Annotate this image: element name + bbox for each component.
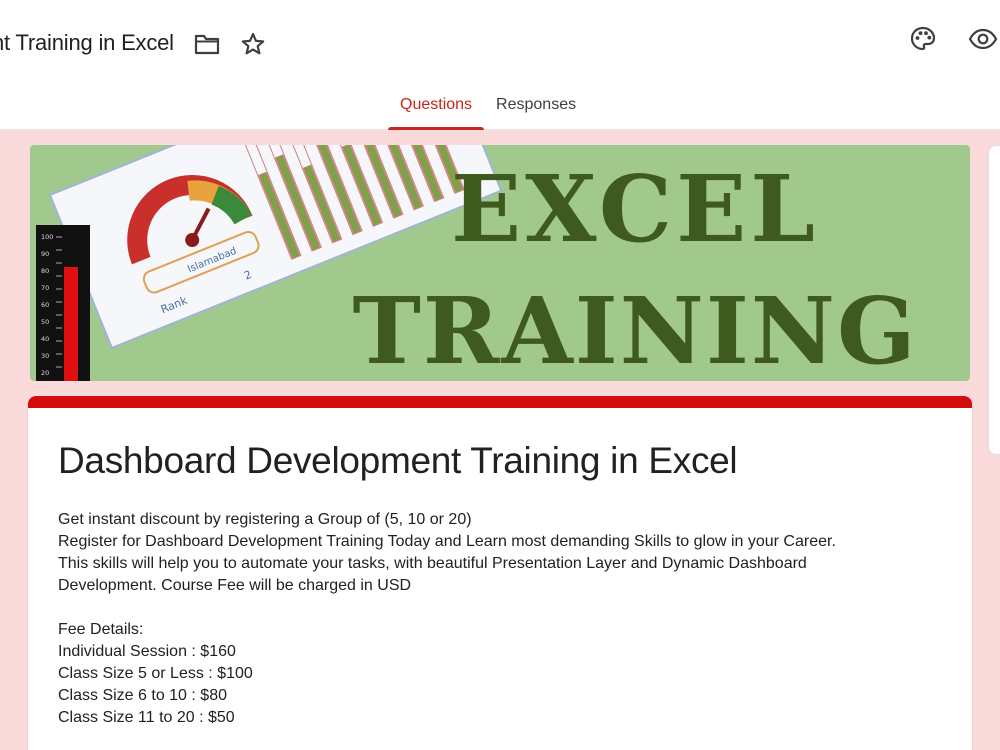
description-line: Get instant discount by registering a Gr…: [58, 511, 472, 528]
thermometer-tick-label: 70: [41, 284, 49, 292]
fee-line: Individual Session : $160: [58, 643, 236, 660]
palette-icon[interactable]: [906, 22, 940, 56]
description-line: This skills will help you to automate yo…: [58, 555, 807, 572]
form-title-card: Dashboard Development Training in Excel …: [28, 396, 972, 750]
star-icon[interactable]: [239, 30, 267, 58]
form-description[interactable]: Get instant discount by registering a Gr…: [58, 509, 938, 729]
fee-details-heading: Fee Details:: [58, 621, 144, 638]
banner-line-excel: EXCEL: [451, 155, 819, 263]
tab-responses[interactable]: Responses: [484, 88, 588, 130]
form-document-title[interactable]: nt Training in Excel: [0, 30, 174, 56]
description-line: Register for Dashboard Development Train…: [58, 533, 836, 550]
thermometer-tick-label: 20: [41, 369, 49, 377]
thermometer-tick-label: 60: [41, 301, 49, 309]
header-right-actions: [906, 22, 1000, 56]
form-canvas: Islamabad Rank 2 100 90 80 70 60 50 40 3…: [0, 130, 1000, 750]
thermometer-tick-label: 40: [41, 335, 49, 343]
thermometer-tick-label: 30: [41, 352, 49, 360]
title-actions: [193, 30, 267, 58]
eye-icon[interactable]: [966, 22, 1000, 56]
floating-toolbar-edge[interactable]: [988, 145, 1000, 455]
tab-questions[interactable]: Questions: [388, 88, 485, 130]
thermometer-tick-label: 80: [41, 267, 49, 275]
header-banner-image: Islamabad Rank 2 100 90 80 70 60 50 40 3…: [30, 145, 970, 381]
form-title[interactable]: Dashboard Development Training in Excel: [58, 440, 738, 482]
description-line: Development. Course Fee will be charged …: [58, 577, 412, 594]
form-tabs: Questions Responses: [388, 88, 588, 130]
card-accent-bar: [28, 396, 972, 408]
banner-line-training: TRAINING: [352, 277, 918, 381]
app-header: nt Training in Excel Questions Responses: [0, 0, 1000, 130]
fee-line: Class Size 5 or Less : $100: [58, 665, 253, 682]
fee-line: Class Size 6 to 10 : $80: [58, 687, 227, 704]
fee-line: Class Size 11 to 20 : $50: [58, 709, 235, 726]
thermometer-tick-label: 100: [41, 233, 53, 241]
thermometer-tick-label: 50: [41, 318, 49, 326]
thermometer-tick-label: 90: [41, 250, 49, 258]
folder-icon[interactable]: [193, 30, 221, 58]
